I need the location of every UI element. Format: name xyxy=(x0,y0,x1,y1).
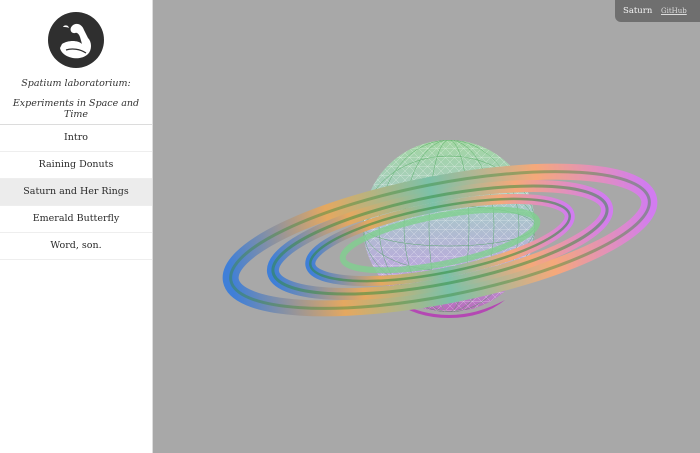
github-link[interactable]: GitHub xyxy=(661,7,687,15)
nav-item-raining-donuts[interactable]: Raining Donuts xyxy=(0,152,152,179)
top-right-header: Saturn GitHub xyxy=(615,0,700,22)
swan-logo-icon[interactable] xyxy=(48,12,104,68)
sidebar-nav: Intro Raining Donuts Saturn and Her Ring… xyxy=(0,124,152,260)
saturn-scene xyxy=(222,140,658,318)
nav-item-intro[interactable]: Intro xyxy=(0,125,152,152)
3d-viewport[interactable] xyxy=(153,0,700,453)
sidebar: Spatium laboratorium: Experiments in Spa… xyxy=(0,0,153,453)
nav-item-saturn[interactable]: Saturn and Her Rings xyxy=(0,179,152,206)
nav-item-emerald-butterfly[interactable]: Emerald Butterfly xyxy=(0,206,152,233)
site-title-line2: Experiments in Space and Time xyxy=(12,98,140,120)
page-title: Saturn xyxy=(623,6,653,16)
nav-item-word-son[interactable]: Word, son. xyxy=(0,233,152,260)
site-title-line1: Spatium laboratorium: xyxy=(21,78,131,89)
